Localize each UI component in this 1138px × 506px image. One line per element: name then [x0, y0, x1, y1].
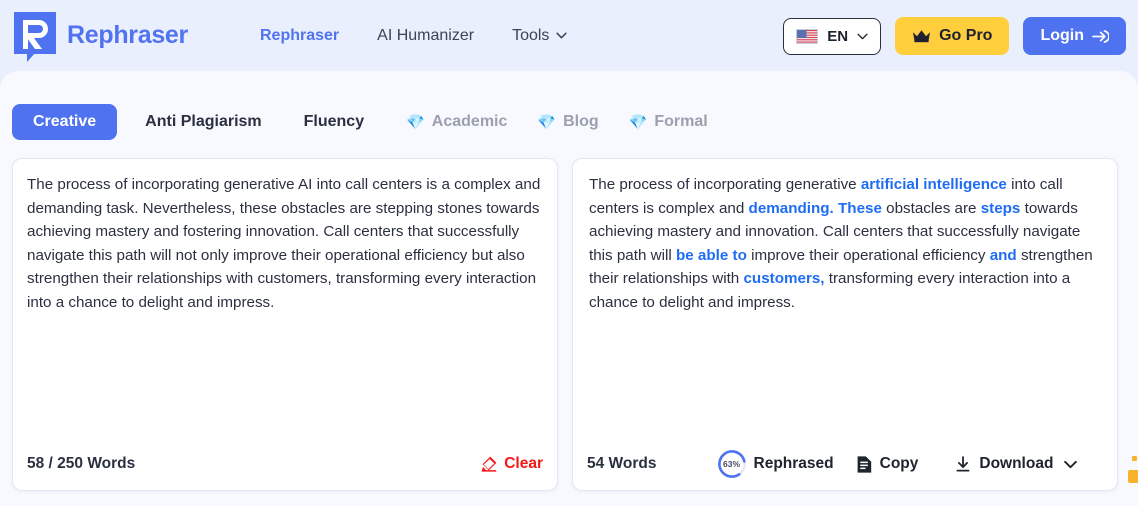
- input-panel: The process of incorporating generative …: [12, 158, 558, 491]
- tab-label: Creative: [33, 113, 97, 130]
- gem-icon: 💎: [406, 113, 425, 131]
- site-header: Rephraser Rephraser AI Humanizer Tools E…: [0, 0, 1138, 71]
- copy-button[interactable]: Copy: [856, 455, 919, 474]
- tab-label: Blog: [563, 113, 599, 130]
- nav-label: Tools: [512, 26, 550, 44]
- clear-button[interactable]: Clear: [479, 455, 543, 473]
- tab-fluency[interactable]: Fluency: [304, 113, 364, 131]
- login-button[interactable]: Login: [1023, 17, 1126, 55]
- go-pro-button[interactable]: Go Pro: [895, 17, 1010, 55]
- chevron-down-icon: [556, 32, 568, 39]
- tab-academic[interactable]: 💎 Academic: [406, 113, 507, 131]
- output-plain: The process of incorporating generative: [589, 176, 861, 193]
- output-highlight: be able to: [675, 246, 747, 264]
- brand-logo[interactable]: Rephraser: [14, 11, 188, 62]
- language-code: EN: [827, 27, 849, 45]
- tab-label: Fluency: [303, 113, 365, 130]
- header-actions: EN Go Pro Login: [783, 17, 1126, 55]
- login-label: Login: [1040, 27, 1084, 44]
- gem-icon: 💎: [537, 113, 557, 131]
- download-button[interactable]: Download: [954, 455, 1078, 474]
- floating-edge-dot[interactable]: [1132, 456, 1137, 461]
- tab-creative[interactable]: Creative: [12, 104, 118, 140]
- output-highlight: demanding.: [748, 199, 834, 217]
- chevron-down-icon: [857, 33, 868, 39]
- output-panel: The process of incorporating generative …: [572, 158, 1118, 491]
- output-highlight: artificial intelligence: [860, 176, 1007, 193]
- page-sheet: Creative Anti Plagiarism Fluency 💎 Acade…: [0, 71, 1138, 506]
- rephrased-label: Rephrased: [753, 455, 834, 472]
- logo-letter-r: [23, 19, 48, 49]
- output-highlight: and: [989, 246, 1017, 264]
- mode-tabs: Creative Anti Plagiarism Fluency 💎 Acade…: [0, 104, 1138, 140]
- download-icon: [956, 455, 970, 471]
- nav-item-tools[interactable]: Tools: [512, 26, 568, 45]
- progress-percent: 63%: [722, 459, 740, 469]
- go-pro-label: Go Pro: [939, 27, 993, 44]
- login-arrow-icon: [1092, 29, 1109, 43]
- nav-label: AI Humanizer: [377, 26, 475, 44]
- progress-ring: 63%: [717, 449, 747, 479]
- brand-name: Rephraser: [67, 21, 188, 49]
- nav-label: Rephraser: [259, 26, 340, 44]
- tab-label: Formal: [654, 113, 708, 130]
- nav-item-ai-humanizer[interactable]: AI Humanizer: [377, 27, 474, 45]
- clear-label: Clear: [504, 455, 543, 472]
- output-word-count: 54 Words: [587, 455, 657, 472]
- tab-label: Anti Plagiarism: [145, 113, 262, 130]
- download-label: Download: [979, 455, 1054, 472]
- language-selector[interactable]: EN: [783, 17, 882, 55]
- crown-icon: [913, 30, 931, 43]
- output-plain: obstacles are: [881, 199, 981, 217]
- copy-label: Copy: [879, 455, 919, 472]
- floating-edge-widget[interactable]: [1128, 470, 1138, 483]
- us-flag-icon: [796, 28, 819, 44]
- rephrased-status: 63% Rephrased: [717, 449, 834, 479]
- input-textarea[interactable]: The process of incorporating generative …: [13, 159, 557, 438]
- rephraser-app: Rephraser Rephraser AI Humanizer Tools E…: [0, 0, 1138, 506]
- tab-anti-plagiarism[interactable]: Anti Plagiarism: [145, 113, 261, 131]
- output-text[interactable]: The process of incorporating generative …: [573, 159, 1117, 438]
- input-panel-footer: 58 / 250 Words Clear: [13, 438, 557, 490]
- output-plain: improve their operational efficiency: [746, 246, 990, 264]
- editor-panels: The process of incorporating generative …: [12, 158, 1126, 491]
- nav-item-rephraser[interactable]: Rephraser: [260, 27, 339, 45]
- tab-formal[interactable]: 💎 Formal: [629, 113, 708, 131]
- output-highlight: steps: [980, 199, 1021, 217]
- gem-icon: 💎: [628, 113, 648, 131]
- output-highlight: customers,: [743, 270, 825, 288]
- rephraser-logo-icon: [14, 11, 56, 62]
- input-word-count: 58 / 250 Words: [27, 455, 136, 472]
- tab-label: Academic: [431, 113, 508, 130]
- tab-blog[interactable]: 💎 Blog: [537, 113, 598, 131]
- eraser-icon: [481, 456, 497, 472]
- output-panel-footer: 54 Words 63% Rephrased Copy Download: [573, 438, 1117, 490]
- copy-document-icon: [857, 455, 871, 473]
- chevron-down-icon: [1064, 460, 1078, 468]
- main-nav: Rephraser AI Humanizer Tools: [260, 26, 568, 45]
- output-highlight: These: [838, 199, 882, 217]
